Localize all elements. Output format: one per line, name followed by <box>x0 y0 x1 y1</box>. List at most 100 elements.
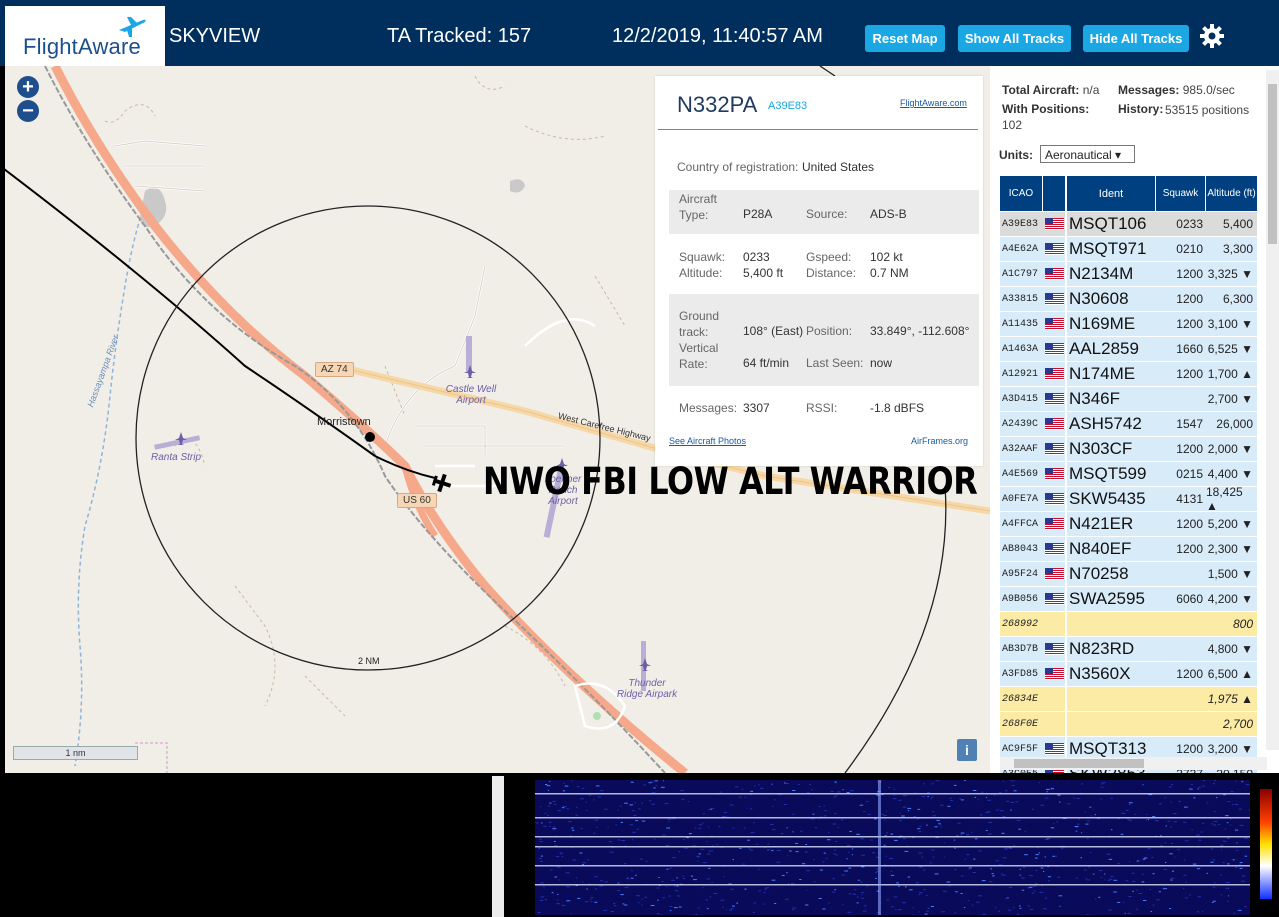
altitude-cell: 4,200 ▼ <box>1206 587 1257 611</box>
waterfall-noise <box>1101 783 1104 785</box>
waterfall-noise <box>938 823 941 825</box>
waterfall-noise <box>1081 832 1083 834</box>
col-ident-header[interactable]: Ident <box>1067 176 1155 211</box>
airframes-link[interactable]: AirFrames.org <box>911 436 968 446</box>
waterfall-noise <box>594 819 598 821</box>
zoom-in-button[interactable]: + <box>17 76 39 98</box>
table-row[interactable]: A4E62A MSQT971 0210 3,300 <box>1000 237 1257 262</box>
reset-map-button[interactable]: Reset Map <box>865 25 945 52</box>
table-row[interactable]: A32AAF N303CF 1200 2,000 ▼ <box>1000 437 1257 462</box>
waterfall-noise <box>1039 891 1044 893</box>
waterfall-noise <box>902 838 906 840</box>
table-row[interactable]: A2439C ASH5742 1547 26,000 <box>1000 412 1257 437</box>
messages-rate-label: Messages: <box>1118 83 1180 97</box>
waterfall-noise <box>1076 798 1080 799</box>
col-squawk-header[interactable]: Squawk <box>1156 176 1205 211</box>
table-row[interactable]: A95F24 N70258 1,500 ▼ <box>1000 562 1257 587</box>
waterfall-noise <box>541 822 543 824</box>
settings-gear-icon[interactable] <box>1199 23 1225 49</box>
waterfall-noise <box>1196 911 1200 913</box>
table-row[interactable]: 268F0E 2,700 <box>1000 712 1257 737</box>
waterfall-noise <box>966 834 970 836</box>
table-row[interactable]: 26834E 1,975 ▲ <box>1000 687 1257 712</box>
flag-cell <box>1043 512 1065 536</box>
map-info-button[interactable]: i <box>957 739 977 761</box>
popup-ident: N332PA <box>677 92 758 117</box>
squawk-cell: 1200 <box>1156 312 1206 336</box>
waterfall-noise <box>662 897 665 899</box>
waterfall-noise <box>723 812 727 813</box>
waterfall-noise <box>893 788 895 790</box>
see-aircraft-photos-link[interactable]: See Aircraft Photos <box>669 436 746 446</box>
waterfall-noise <box>567 821 572 823</box>
flag-cell <box>1043 462 1065 486</box>
waterfall-noise <box>1221 849 1223 851</box>
waterfall-noise <box>669 910 672 912</box>
waterfall-noise <box>832 823 837 825</box>
waterfall-noise <box>927 907 930 909</box>
waterfall-noise <box>590 898 592 900</box>
icao-cell: A95F24 <box>1000 562 1044 586</box>
waterfall-noise <box>1184 840 1189 842</box>
waterfall-noise <box>1024 854 1028 856</box>
waterfall-noise <box>665 844 670 846</box>
waterfall-noise <box>719 791 722 793</box>
waterfall-noise <box>539 899 544 901</box>
waterfall-noise <box>1099 870 1103 871</box>
flightaware-logo[interactable]: FlightAware <box>5 6 165 66</box>
waterfall-noise <box>600 880 604 882</box>
table-row[interactable]: A39E83 MSQT106 0233 5,400 <box>1000 212 1257 237</box>
waterfall-noise <box>822 908 826 910</box>
waterfall-noise <box>1234 829 1239 831</box>
zoom-out-button[interactable]: − <box>17 100 39 122</box>
table-row[interactable]: A1C797 N2134M 1200 3,325 ▼ <box>1000 262 1257 287</box>
waterfall-noise <box>544 899 548 901</box>
waterfall-noise <box>1027 905 1030 907</box>
flightaware-link[interactable]: FlightAware.com <box>900 98 967 108</box>
waterfall-noise <box>700 848 705 850</box>
country-value: United States <box>802 160 875 174</box>
table-row[interactable]: A11435 N169ME 1200 3,100 ▼ <box>1000 312 1257 337</box>
table-row[interactable]: A4E569 MSQT599 0215 4,400 ▼ <box>1000 462 1257 487</box>
table-row[interactable]: A0FE7A SKW5435 4131 18,425 ▲ <box>1000 485 1257 513</box>
waterfall-noise <box>1084 869 1087 871</box>
table-row[interactable]: A9B056 SWA2595 6060 4,200 ▼ <box>1000 587 1257 612</box>
vertical-scroll-thumb[interactable] <box>1268 84 1277 244</box>
altitude-value: 5,400 ft <box>743 266 784 280</box>
table-row[interactable]: AB3D7B N823RD 4,800 ▼ <box>1000 637 1257 662</box>
waterfall-noise <box>780 833 784 835</box>
waterfall-noise <box>848 851 850 853</box>
horizontal-scroll-thumb[interactable] <box>1014 759 1144 768</box>
table-row[interactable]: A12921 N174ME 1200 1,700 ▲ <box>1000 362 1257 387</box>
table-horizontal-scrollbar[interactable] <box>1000 757 1267 770</box>
waterfall-noise <box>976 901 980 903</box>
show-all-tracks-button[interactable]: Show All Tracks <box>958 25 1071 52</box>
waterfall-noise <box>1231 804 1234 805</box>
waterfall-noise <box>666 886 668 888</box>
table-row[interactable]: A33815 N30608 1200 6,300 <box>1000 287 1257 312</box>
waterfall-noise <box>746 807 748 809</box>
waterfall-noise <box>1019 905 1021 907</box>
table-vertical-scrollbar[interactable] <box>1266 70 1279 750</box>
table-row[interactable]: A4FFCA N421ER 1200 5,200 ▼ <box>1000 512 1257 537</box>
table-row[interactable]: A3FD85 N3560X 1200 6,500 ▲ <box>1000 662 1257 687</box>
col-icao-header[interactable]: ICAO <box>1000 176 1042 211</box>
waterfall-noise <box>617 882 620 884</box>
us-flag-icon <box>1044 668 1064 680</box>
table-row[interactable]: AB8043 N840EF 1200 2,300 ▼ <box>1000 537 1257 562</box>
hide-all-tracks-button[interactable]: Hide All Tracks <box>1083 25 1189 52</box>
table-row[interactable]: 268992 800 <box>1000 612 1257 637</box>
waterfall-noise <box>834 854 838 856</box>
units-select[interactable]: Aeronautical ▾ <box>1040 145 1135 163</box>
waterfall-noise <box>1177 849 1180 851</box>
waterfall-noise <box>683 839 685 840</box>
col-flag-header[interactable] <box>1043 176 1065 211</box>
range-ring-label: 2 NM <box>358 656 380 666</box>
waterfall-noise <box>1183 874 1187 876</box>
col-altitude-header[interactable]: Altitude (ft) <box>1206 176 1257 211</box>
waterfall-noise <box>1238 808 1242 810</box>
waterfall-noise <box>1132 890 1134 892</box>
waterfall-noise <box>1151 856 1154 858</box>
table-row[interactable]: A1463A AAL2859 1660 6,525 ▼ <box>1000 337 1257 362</box>
table-row[interactable]: A3D415 N346F 2,700 ▼ <box>1000 387 1257 412</box>
